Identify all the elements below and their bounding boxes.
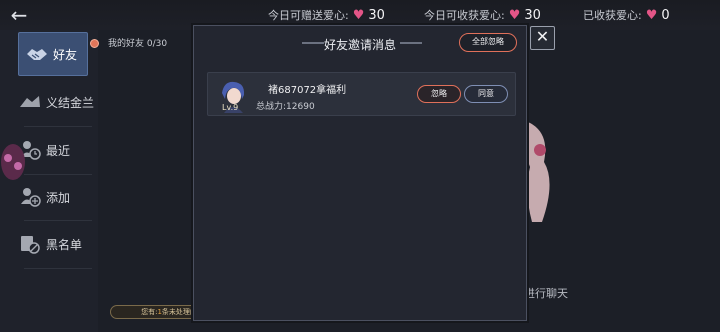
title-ornament-right (400, 42, 422, 44)
close-icon[interactable]: ✕ (530, 26, 555, 50)
received-hearts-value: 0 (661, 7, 670, 23)
sidebar-item-label: 好友 (53, 47, 78, 62)
combat-power-value: 12690 (286, 102, 315, 112)
sidebar-item-label: 黑名单 (46, 237, 83, 252)
friends-header-label: 我的好友 (108, 39, 145, 49)
received-hearts-label: 已收获爱心: (583, 9, 642, 22)
handshake-icon (25, 43, 49, 65)
combat-power-label: 总战力: (256, 102, 287, 112)
heart-icon: ♥ (645, 7, 658, 23)
friend-count: 我的好友 0/30 (108, 36, 167, 49)
sidebar-item-label: 义结金兰 (46, 95, 95, 110)
combat-power: 总战力:12690 (256, 99, 315, 112)
player-name: 褚687072拿福利 (268, 85, 347, 96)
send-hearts-stat: 今日可赠送爱心: ♥ 30 (268, 7, 385, 23)
sidebar-item-blacklist[interactable]: 黑名单 (18, 224, 96, 264)
ignore-all-button[interactable]: 全部忽略 (459, 33, 517, 52)
sidebar-item-add[interactable]: 添加 (18, 177, 96, 217)
pending-prefix: 您有 (141, 308, 156, 316)
send-hearts-label: 今日可赠送爱心: (268, 9, 349, 22)
receive-hearts-value: 30 (524, 7, 541, 23)
add-friend-icon (18, 186, 42, 208)
level-badge: Lv.9 (222, 103, 239, 112)
divider (24, 126, 92, 127)
notification-dot (90, 39, 99, 48)
sidebar-item-sworn-brothers[interactable]: 义结金兰 (18, 82, 96, 122)
friends-count-value: 0/30 (146, 39, 168, 49)
divider (24, 220, 92, 221)
receive-hearts-stat: 今日可收获爱心: ♥ 30 (424, 7, 541, 23)
heart-icon: ♥ (352, 7, 365, 23)
sidebar-item-label: 最近 (46, 143, 71, 158)
send-hearts-value: 30 (368, 7, 385, 23)
blacklist-icon (18, 233, 42, 255)
chat-hint: 进行聊天 (524, 287, 568, 300)
sidebar-item-recent[interactable]: 最近 (18, 130, 96, 170)
accept-button[interactable]: 同意 (464, 85, 508, 103)
divider (24, 268, 92, 269)
received-hearts-stat: 已收获爱心: ♥ 0 (583, 7, 670, 23)
heart-icon: ♥ (508, 7, 521, 23)
receive-hearts-label: 今日可收获爱心: (424, 9, 505, 22)
invite-row: Lv.9 褚687072拿福利 总战力:12690 忽略 同意 (207, 72, 516, 116)
ignore-button[interactable]: 忽略 (417, 85, 461, 103)
side-character-icon (0, 140, 26, 184)
back-arrow-icon[interactable]: ← (8, 5, 30, 25)
sworn-brothers-icon (18, 91, 42, 113)
friend-invite-modal: 好友邀请消息 全部忽略 Lv.9 褚687072拿福利 总战力:12690 忽略… (193, 25, 527, 321)
divider (24, 174, 92, 175)
sidebar-item-label: 添加 (46, 190, 71, 205)
sidebar-item-friends[interactable]: 好友 (18, 32, 99, 76)
